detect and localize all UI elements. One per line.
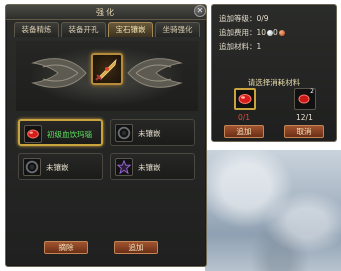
append-panel: 追加等级：0/9 追加费用：10 0 追加材料：1 请选择消耗材料 0/1 2 1… xyxy=(211,4,337,142)
append-fee-row: 追加费用：10 0 xyxy=(219,27,285,38)
append-material-label: 追加材料： xyxy=(219,42,257,51)
sword-icon xyxy=(95,58,117,81)
append-level-label: 追加等级： xyxy=(219,14,257,23)
enhance-window: 强化 装备精炼 装备开孔 宝石镶嵌 坐骑强化 初级血饮玛瑙 未镶嵌 未镶嵌 未镶… xyxy=(5,4,207,267)
append-material-row: 追加材料：1 xyxy=(219,41,261,52)
material-count-1: 0/1 xyxy=(238,113,251,122)
gem-slot-4[interactable]: 未镶嵌 xyxy=(110,153,195,180)
fee-copper-value: 0 xyxy=(273,28,278,37)
empty-socket-icon xyxy=(115,124,133,142)
tab-bar: 装备精炼 装备开孔 宝石镶嵌 坐骑强化 xyxy=(14,22,200,37)
equipment-slot[interactable] xyxy=(91,53,123,85)
gem-slot-label: 未镶嵌 xyxy=(46,163,69,172)
gem-slot-label: 初级血饮玛瑙 xyxy=(47,130,92,139)
gem-slot-label: 未镶嵌 xyxy=(138,129,161,138)
append-level-value: 0/9 xyxy=(256,14,269,23)
gem-slot-2[interactable]: 未镶嵌 xyxy=(110,119,195,146)
append-level-row: 追加等级：0/9 xyxy=(219,13,269,24)
append-material-value: 1 xyxy=(256,42,262,51)
left-wing-ornament-icon xyxy=(31,58,87,88)
close-icon[interactable]: ✕ xyxy=(194,5,206,17)
red-gem-icon xyxy=(24,125,42,143)
gem-slot-3[interactable]: 未镶嵌 xyxy=(18,153,103,180)
fee-silver-value: 10 xyxy=(256,28,267,37)
remove-button[interactable]: 摘除 xyxy=(44,241,88,254)
window-title: 强化 xyxy=(6,5,206,20)
stack-badge: 2 xyxy=(310,88,314,95)
red-gem-icon xyxy=(238,94,252,104)
material-count-2: 12/1 xyxy=(296,113,313,122)
material-slot-1[interactable] xyxy=(234,88,256,110)
purple-star-socket-icon xyxy=(115,158,133,176)
tab-gem-inlay[interactable]: 宝石镶嵌 xyxy=(108,22,153,37)
gem-slot-1[interactable]: 初级血饮玛瑙 xyxy=(18,119,103,146)
add-button[interactable]: 追加 xyxy=(114,241,158,254)
side-add-button[interactable]: 追加 xyxy=(224,125,264,138)
gem-slot-label: 未镶嵌 xyxy=(138,163,161,172)
tab-equip-refine[interactable]: 装备精炼 xyxy=(14,22,59,37)
empty-socket-icon xyxy=(23,158,41,176)
item-frame-ornament xyxy=(16,41,198,111)
snow-background xyxy=(205,150,341,271)
tab-equip-socket[interactable]: 装备开孔 xyxy=(61,22,106,37)
select-material-heading: 请选择消耗材料 xyxy=(247,78,301,87)
copper-coin-icon xyxy=(278,30,285,36)
right-wing-ornament-icon xyxy=(127,58,183,88)
tab-mount-enhance[interactable]: 坐骑强化 xyxy=(155,22,200,37)
side-cancel-button[interactable]: 取消 xyxy=(284,125,324,138)
append-fee-label: 追加费用： xyxy=(219,28,257,37)
material-slot-2[interactable]: 2 xyxy=(294,88,316,110)
